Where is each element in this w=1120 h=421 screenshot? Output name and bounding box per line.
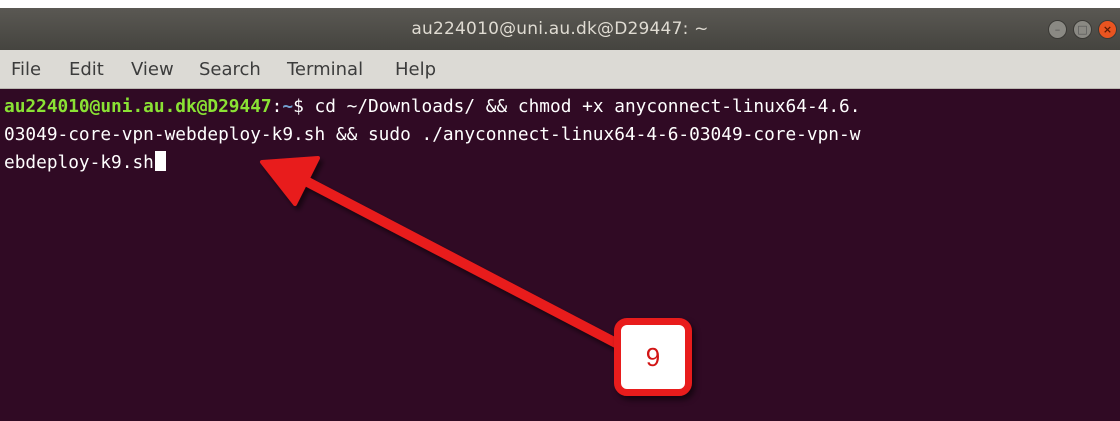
step-number: 9	[645, 341, 661, 372]
step-number-callout: 9	[614, 318, 692, 396]
arrow-shaft	[295, 173, 621, 348]
annotation-arrow	[260, 156, 621, 348]
terminal-window: au224010@uni.au.dk@D29447: ~ – □ × File …	[0, 8, 1120, 421]
